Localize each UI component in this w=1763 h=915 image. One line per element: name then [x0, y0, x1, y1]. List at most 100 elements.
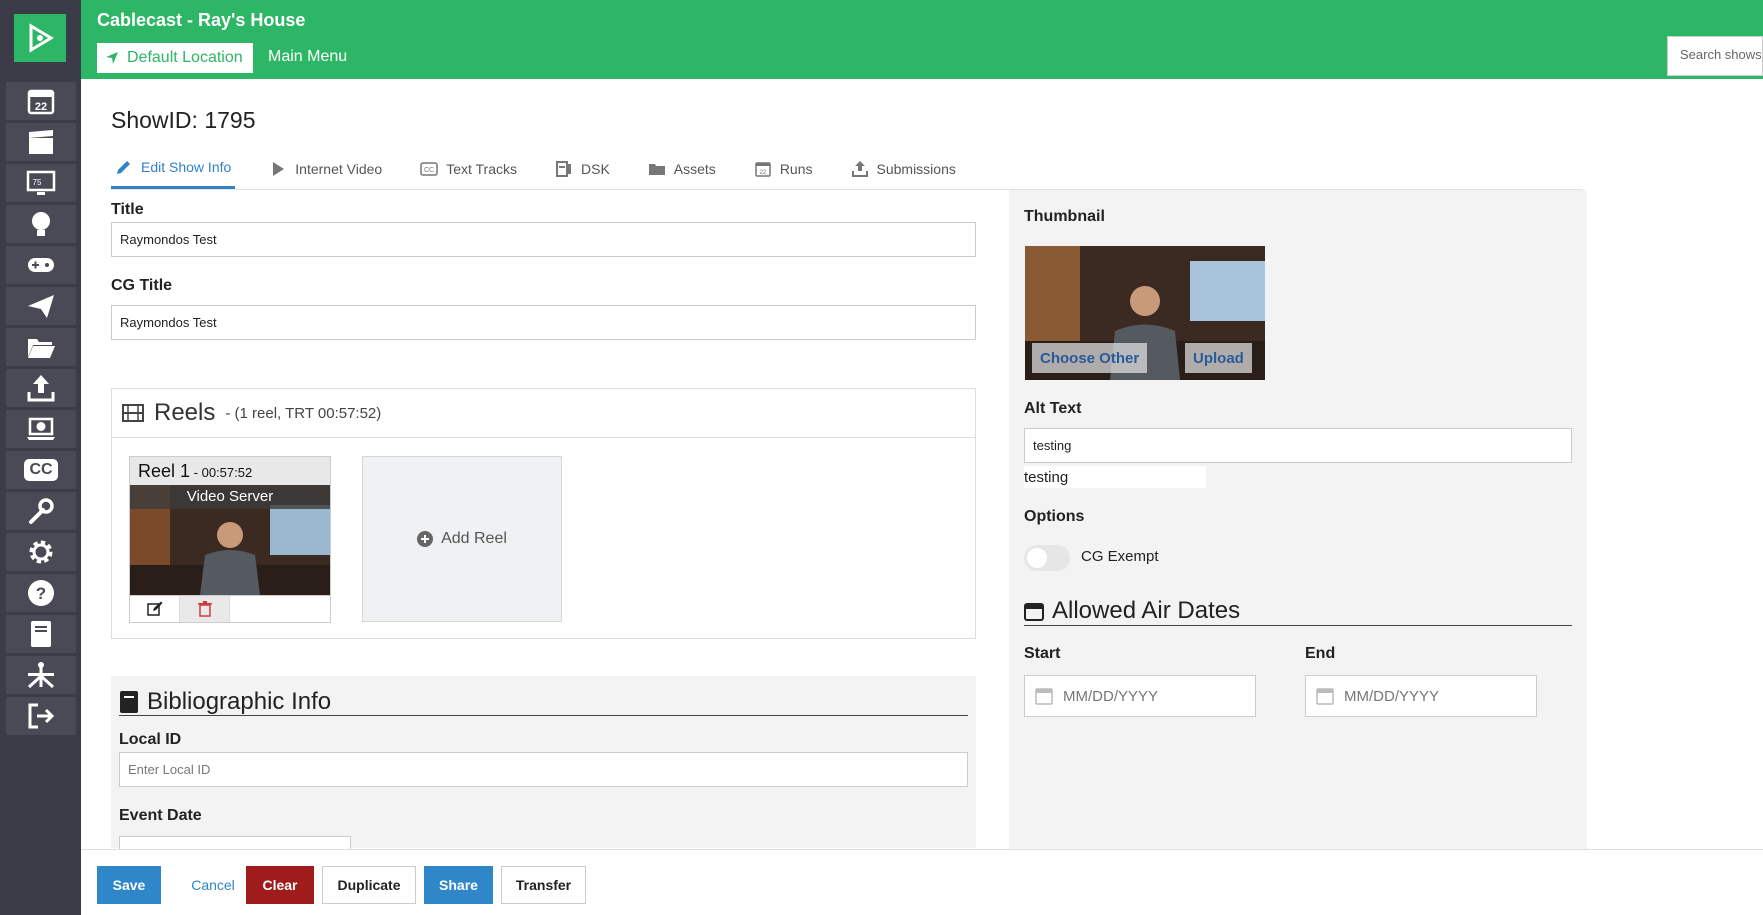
share-button[interactable]: Share	[424, 866, 493, 904]
reels-summary: - (1 reel, TRT 00:57:52)	[225, 404, 382, 422]
bibliographic-title: Bibliographic Info	[147, 687, 332, 715]
reel-name: Reel 1 - 00:57:52	[130, 457, 330, 485]
end-label: End	[1305, 645, 1336, 662]
action-footer: Save Cancel Clear Duplicate Share Transf…	[81, 849, 1763, 915]
network-icon	[27, 662, 55, 689]
choose-other-button[interactable]: Choose Other	[1032, 343, 1148, 373]
transfer-button[interactable]: Transfer	[501, 866, 586, 904]
tab-submissions[interactable]: Submissions	[847, 148, 960, 189]
cg-title-label: CG Title	[111, 277, 173, 294]
sidebar-item-media[interactable]	[6, 410, 76, 448]
calendar-day-text: 22	[35, 101, 47, 113]
start-label: Start	[1024, 645, 1061, 662]
reel-duration: - 00:57:52	[190, 465, 253, 480]
calendar-icon: 22	[755, 161, 771, 177]
reel-card: Reel 1 - 00:57:52 Video Server	[129, 456, 331, 623]
tab-edit-show-info[interactable]: Edit Show Info	[111, 148, 236, 189]
tab-assets[interactable]: Assets	[644, 148, 720, 189]
sign-out-icon	[28, 703, 55, 729]
location-button[interactable]: Default Location	[97, 43, 253, 73]
closed-caption-icon: CC	[24, 459, 58, 481]
thumbnail-label: Thumbnail	[1024, 208, 1105, 225]
location-arrow-icon	[106, 52, 118, 64]
dsk-icon	[556, 160, 571, 177]
reel-thumbnail[interactable]: Video Server	[130, 485, 330, 595]
clear-button[interactable]: Clear	[246, 866, 314, 904]
sidebar-item-ideas[interactable]	[6, 205, 76, 243]
app-title: Cablecast - Ray's House	[97, 10, 306, 30]
sidebar-item-channels[interactable]: 75	[6, 164, 76, 202]
play-logo-icon	[29, 23, 54, 53]
save-button[interactable]: Save	[97, 866, 161, 904]
event-date-label: Event Date	[119, 807, 202, 824]
location-label: Default Location	[127, 49, 243, 66]
show-thumbnail: Choose Other Upload	[1025, 246, 1265, 380]
app-logo[interactable]	[14, 14, 66, 62]
tab-label: Internet Video	[295, 160, 383, 177]
alt-text-label: Alt Text	[1024, 400, 1082, 417]
edit-reel-button[interactable]	[130, 596, 180, 622]
paper-plane-icon	[28, 295, 54, 318]
edit-icon	[146, 601, 162, 616]
cancel-button[interactable]: Cancel	[173, 866, 253, 904]
sidebar-item-files[interactable]	[6, 328, 76, 366]
reel-source: Video Server	[130, 485, 330, 509]
channel-number-text: 75	[33, 178, 42, 187]
title-input[interactable]: Raymondos Test	[111, 222, 976, 257]
duplicate-button[interactable]: Duplicate	[322, 866, 416, 904]
main-menu-link[interactable]: Main Menu	[268, 48, 347, 66]
upload-thumbnail-button[interactable]: Upload	[1185, 343, 1252, 373]
title-label: Title	[111, 201, 144, 218]
calendar-icon: 22	[27, 89, 55, 115]
alt-text-input[interactable]: testing	[1024, 428, 1572, 463]
reels-title: Reels	[154, 399, 216, 426]
tab-label: DSK	[581, 160, 610, 177]
sidebar-item-help[interactable]: ?	[6, 574, 76, 612]
tab-label: Text Tracks	[446, 160, 517, 177]
calendar-icon	[1316, 688, 1334, 705]
local-id-input[interactable]: Enter Local ID	[119, 752, 968, 787]
reel-actions	[130, 595, 330, 622]
add-reel-label: Add Reel	[441, 530, 507, 547]
add-reel-button[interactable]: Add Reel	[362, 456, 562, 622]
cg-title-input[interactable]: Raymondos Test	[111, 305, 976, 340]
sidebar-item-send[interactable]	[6, 287, 76, 325]
sidebar-item-network[interactable]	[6, 656, 76, 694]
options-label: Options	[1024, 508, 1085, 525]
top-header: Cablecast - Ray's House Default Location…	[81, 0, 1763, 79]
reel-title: Reel 1	[138, 461, 191, 481]
sidebar-item-settings[interactable]	[6, 533, 76, 571]
tab-text-tracks[interactable]: CC Text Tracks	[416, 148, 521, 189]
sidebar-item-schedule[interactable]: 22	[6, 82, 76, 120]
book-icon	[31, 621, 51, 647]
trash-icon	[197, 601, 212, 617]
tab-dsk[interactable]: DSK	[551, 148, 614, 189]
lightbulb-icon	[32, 212, 50, 236]
book-icon	[120, 690, 138, 713]
bibliographic-section: Bibliographic Info Local ID Enter Local …	[111, 676, 976, 856]
start-date-placeholder: MM/DD/YYYY	[1063, 687, 1159, 705]
tab-runs[interactable]: 22 Runs	[750, 148, 817, 189]
folder-icon	[648, 163, 665, 175]
search-input[interactable]: Search shows	[1667, 36, 1763, 76]
plus-circle-icon	[417, 531, 434, 547]
gear-icon	[29, 540, 53, 564]
sidebar-item-control[interactable]	[6, 246, 76, 284]
delete-reel-button[interactable]	[180, 596, 230, 622]
calendar-icon	[1024, 602, 1044, 621]
sidebar-item-docs[interactable]	[6, 615, 76, 653]
sidebar-item-upload[interactable]	[6, 369, 76, 407]
start-date-input[interactable]: MM/DD/YYYY	[1024, 675, 1256, 717]
sidebar-item-tools[interactable]	[6, 492, 76, 530]
end-date-input[interactable]: MM/DD/YYYY	[1305, 675, 1537, 717]
reels-panel: Reels - (1 reel, TRT 00:57:52) Reel 1 - …	[111, 388, 976, 639]
cg-exempt-toggle[interactable]	[1024, 545, 1070, 571]
folder-open-icon	[28, 339, 55, 358]
sidebar-item-shows[interactable]	[6, 123, 76, 161]
local-id-label: Local ID	[119, 731, 182, 748]
upload-icon	[851, 160, 868, 177]
tab-internet-video[interactable]: Internet Video	[265, 148, 386, 189]
sidebar-item-captions[interactable]: CC	[6, 451, 76, 489]
play-icon	[273, 161, 285, 176]
sidebar-item-logout[interactable]	[6, 697, 76, 735]
